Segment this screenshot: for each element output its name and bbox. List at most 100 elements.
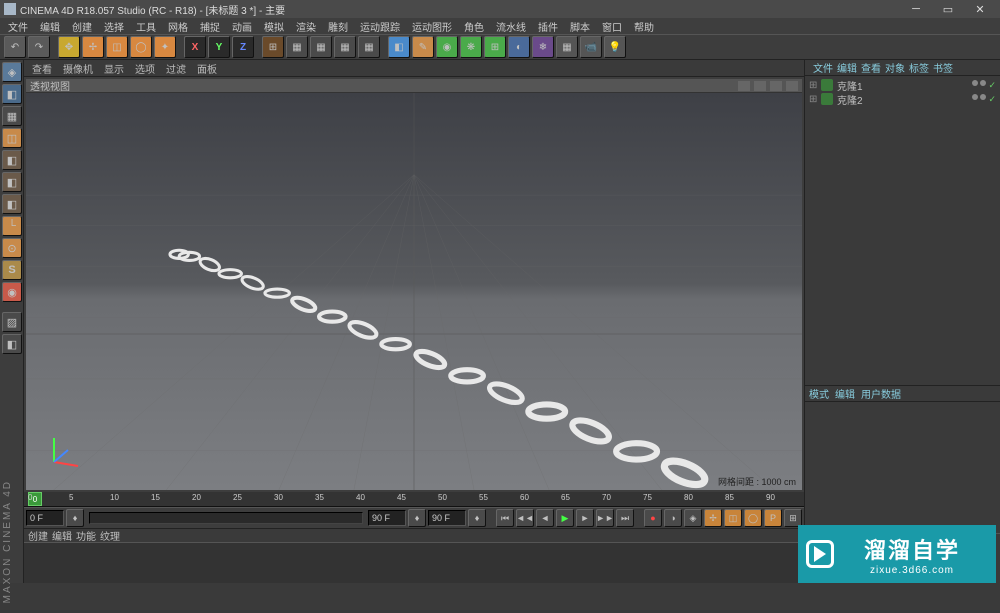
menu-script[interactable]: 脚本 (566, 19, 594, 34)
spin-button[interactable]: ♦ (408, 509, 426, 527)
next-key-button[interactable]: ►► (596, 509, 614, 527)
object-name[interactable]: 克隆1 (837, 78, 863, 93)
axis-button[interactable]: └ (2, 216, 22, 236)
menu-help[interactable]: 帮助 (630, 19, 658, 34)
timeline-range-slider[interactable] (89, 512, 363, 524)
visibility-dot[interactable] (980, 94, 986, 100)
vp-tab-view[interactable]: 查看 (28, 61, 56, 76)
array-button[interactable]: ⊞ (484, 36, 506, 58)
minimize-button[interactable]: ─ (900, 0, 932, 18)
axis-ext-button[interactable]: ⊙ (2, 238, 22, 258)
record-button[interactable]: ● (644, 509, 662, 527)
vp-nav-max-icon[interactable] (786, 81, 798, 91)
menu-create[interactable]: 创建 (68, 19, 96, 34)
deformer-button[interactable]: ◐ (508, 36, 530, 58)
hypernurbs-button[interactable]: ❋ (460, 36, 482, 58)
mat-tab-edit[interactable]: 编辑 (52, 528, 72, 543)
cube-primitive[interactable]: ◧ (388, 36, 410, 58)
menu-render[interactable]: 渲染 (292, 19, 320, 34)
menu-tools[interactable]: 工具 (132, 19, 160, 34)
prev-frame-button[interactable]: ◄ (536, 509, 554, 527)
menu-character[interactable]: 角色 (460, 19, 488, 34)
render-region-button[interactable]: ▦ (310, 36, 332, 58)
keyframe-button[interactable]: ◈ (684, 509, 702, 527)
edge-mode-button[interactable]: ◧ (2, 172, 22, 192)
undo-button[interactable]: ↶ (4, 36, 26, 58)
viewport-solo-button[interactable]: ◧ (2, 334, 22, 354)
snap-button[interactable]: S (2, 260, 22, 280)
menu-animate[interactable]: 动画 (228, 19, 256, 34)
mat-tab-create[interactable]: 创建 (28, 528, 48, 543)
viewport-3d[interactable]: 网格间距 : 1000 cm (26, 93, 802, 490)
vp-nav-zoom-icon[interactable] (754, 81, 766, 91)
layer-dot[interactable] (972, 80, 978, 86)
poly-mode-button[interactable]: ◧ (2, 194, 22, 214)
coord-button[interactable]: ⊞ (262, 36, 284, 58)
menu-simulate[interactable]: 模拟 (260, 19, 288, 34)
close-button[interactable]: ✕ (964, 0, 996, 18)
frame-current-input[interactable] (428, 510, 466, 526)
menu-plugins[interactable]: 插件 (534, 19, 562, 34)
vp-nav-pan-icon[interactable] (738, 81, 750, 91)
frame-end-input[interactable] (368, 510, 406, 526)
live-select-tool[interactable]: ◈ (2, 62, 22, 82)
menu-pipeline[interactable]: 流水线 (492, 19, 530, 34)
object-name[interactable]: 克隆2 (837, 92, 863, 107)
obj-tab-object[interactable]: 对象 (885, 60, 905, 75)
pen-tool[interactable]: ✎ (412, 36, 434, 58)
rotate-tool[interactable]: ◯ (130, 36, 152, 58)
spin-button[interactable]: ♦ (66, 509, 84, 527)
point-mode-button[interactable]: ◧ (2, 150, 22, 170)
tweak-tool[interactable]: ▨ (2, 312, 22, 332)
obj-tab-view[interactable]: 查看 (861, 60, 881, 75)
attr-tab-userdata[interactable]: 用户数据 (861, 386, 901, 401)
obj-tab-bookmark[interactable]: 书签 (933, 60, 953, 75)
attr-tab-mode[interactable]: 模式 (809, 386, 829, 401)
expand-icon[interactable]: ⊞ (809, 94, 817, 105)
menu-mograph[interactable]: 运动图形 (408, 19, 456, 34)
timeline-ruler[interactable]: 0 0 5 10 15 20 25 30 35 40 45 50 55 60 6… (24, 492, 804, 507)
mat-tab-texture[interactable]: 纹理 (100, 528, 120, 543)
menu-mesh[interactable]: 网格 (164, 19, 192, 34)
next-frame-button[interactable]: ► (576, 509, 594, 527)
obj-tab-file[interactable]: 文件 (813, 60, 833, 75)
select-tool[interactable]: ✥ (58, 36, 80, 58)
redo-button[interactable]: ↷ (28, 36, 50, 58)
vp-tab-filter[interactable]: 过滤 (162, 61, 190, 76)
render-settings-button[interactable]: ▦ (358, 36, 380, 58)
object-manager[interactable]: ⊞ 克隆1 ✓ ⊞ 克隆2 ✓ (805, 76, 1000, 386)
texture-mode-button[interactable]: ▦ (2, 106, 22, 126)
nurbs-button[interactable]: ◉ (436, 36, 458, 58)
render-view-button[interactable]: ▦ (286, 36, 308, 58)
model-mode-button[interactable]: ◧ (2, 84, 22, 104)
goto-end-button[interactable]: ⏭ (616, 509, 634, 527)
maximize-button[interactable]: ▭ (932, 0, 964, 18)
x-axis-toggle[interactable]: X (184, 36, 206, 58)
obj-tab-tags[interactable]: 标签 (909, 60, 929, 75)
menu-sculpt[interactable]: 雕刻 (324, 19, 352, 34)
key-pla-button[interactable]: P (764, 509, 782, 527)
environment-button[interactable]: ❄ (532, 36, 554, 58)
light-button[interactable]: 📹 (580, 36, 602, 58)
attribute-manager[interactable] (805, 402, 1000, 533)
camera-button[interactable]: ▦ (556, 36, 578, 58)
expand-icon[interactable]: ⊞ (809, 80, 817, 91)
obj-tab-edit[interactable]: 编辑 (837, 60, 857, 75)
menu-window[interactable]: 窗口 (598, 19, 626, 34)
vp-tab-options[interactable]: 选项 (131, 61, 159, 76)
key-pos-button[interactable]: ✢ (704, 509, 722, 527)
material-panel[interactable] (24, 543, 804, 583)
menu-snap[interactable]: 捕捉 (196, 19, 224, 34)
frame-start-input[interactable] (26, 510, 64, 526)
menu-select[interactable]: 选择 (100, 19, 128, 34)
prev-key-button[interactable]: ◄◄ (516, 509, 534, 527)
bulb-button[interactable]: 💡 (604, 36, 626, 58)
vp-tab-camera[interactable]: 摄像机 (59, 61, 97, 76)
vp-tab-panel[interactable]: 面板 (193, 61, 221, 76)
menu-motiontracker[interactable]: 运动跟踪 (356, 19, 404, 34)
attr-tab-edit[interactable]: 编辑 (835, 386, 855, 401)
enable-check[interactable]: ✓ (988, 94, 996, 105)
autokey-button[interactable]: ◑ (664, 509, 682, 527)
visibility-dot[interactable] (980, 80, 986, 86)
y-axis-toggle[interactable]: Y (208, 36, 230, 58)
